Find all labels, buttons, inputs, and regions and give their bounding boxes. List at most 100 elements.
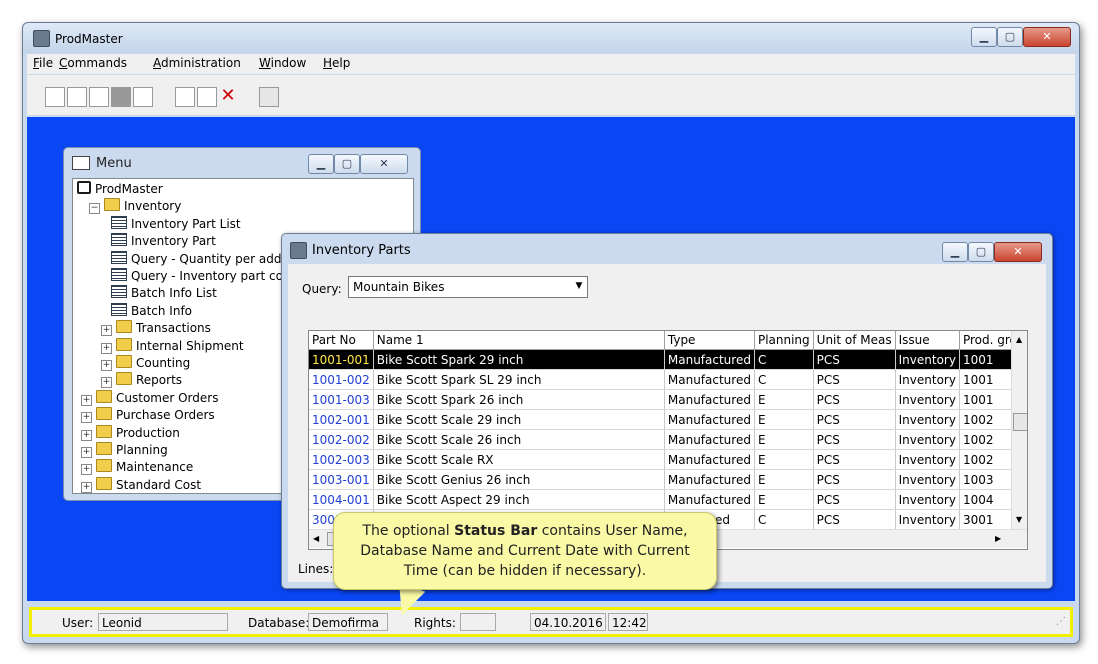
table-cell: 1003-001 bbox=[309, 469, 374, 490]
menu-tree-item-label: ProdMaster bbox=[95, 182, 163, 196]
expand-icon[interactable]: + bbox=[81, 464, 92, 476]
menu-window-maximize-button[interactable]: ▢ bbox=[334, 154, 360, 174]
menu-tree-item[interactable]: + Customer Orders bbox=[81, 389, 218, 406]
column-header[interactable]: Type bbox=[664, 331, 755, 350]
table-cell: Manufactured bbox=[664, 389, 755, 410]
column-header[interactable]: Issue bbox=[895, 331, 960, 350]
table-cell: Bike Scott Aspect 29 inch bbox=[373, 489, 665, 510]
table-body: 1001-001 Bike Scott Spark 29 inch Manufact… bbox=[309, 349, 1027, 530]
new-folder-icon[interactable] bbox=[175, 87, 195, 107]
scroll-right-icon[interactable]: ▶ bbox=[995, 534, 1001, 543]
inventory-minimize-button[interactable]: ▁ bbox=[942, 242, 968, 262]
new-record-icon[interactable] bbox=[45, 87, 65, 107]
expand-icon[interactable]: + bbox=[101, 342, 112, 354]
expand-icon[interactable]: + bbox=[81, 394, 92, 406]
database-value: Demofirma bbox=[308, 613, 388, 631]
table-cell: Manufactured bbox=[664, 469, 755, 490]
expand-icon[interactable]: + bbox=[101, 360, 112, 371]
toolbar: ✕ bbox=[27, 75, 1075, 115]
title-bar[interactable]: ProdMaster ▁ ▢ ✕ bbox=[23, 23, 1079, 53]
table-cell: PCS bbox=[813, 389, 896, 410]
table-row[interactable]: 1002-001 Bike Scott Scale 29 inch Manufact… bbox=[309, 409, 1027, 430]
table-row[interactable]: 1001-003 Bike Scott Spark 26 inch Manufact… bbox=[309, 389, 1027, 410]
eraser-icon[interactable] bbox=[89, 87, 109, 107]
delete-icon[interactable]: ✕ bbox=[219, 87, 237, 105]
menu-tree-item[interactable]: + Standard Cost bbox=[81, 476, 201, 493]
menu-tree-item[interactable]: Query - Inventory part costs bbox=[111, 268, 300, 283]
menu-tree-item[interactable]: − Inventory bbox=[89, 198, 181, 215]
column-header[interactable]: Planning bbox=[754, 331, 814, 350]
minimize-button[interactable]: ▁ bbox=[971, 27, 997, 47]
menu-window-minimize-button[interactable]: ▁ bbox=[308, 154, 334, 174]
menu-tree-item[interactable]: Batch Info bbox=[111, 302, 192, 318]
menu-tree-item[interactable]: Batch Info List bbox=[111, 285, 217, 300]
binoculars-icon[interactable] bbox=[67, 87, 87, 107]
inventory-maximize-button[interactable]: ▢ bbox=[968, 242, 994, 262]
expand-icon[interactable]: + bbox=[101, 377, 112, 389]
status-date: 04.10.2016 bbox=[530, 613, 606, 631]
table-cell: Manufactured bbox=[664, 449, 755, 470]
rights-value bbox=[460, 613, 496, 631]
query-select[interactable]: Mountain Bikes ▼ bbox=[348, 276, 588, 298]
table-cell: E bbox=[754, 449, 814, 470]
menu-tree-item[interactable]: + Production bbox=[81, 424, 180, 441]
table-row[interactable]: 1001-001 Bike Scott Spark 29 inch Manufact… bbox=[309, 349, 1027, 370]
table-cell: Inventory bbox=[895, 509, 960, 530]
chevron-down-icon[interactable]: ▼ bbox=[571, 277, 587, 297]
table-row[interactable]: 1002-003 Bike Scott Scale RX Manufactured E… bbox=[309, 449, 1027, 470]
expand-icon[interactable]: + bbox=[81, 481, 92, 493]
menu-bar: File Commands Administration Window Help bbox=[27, 54, 1075, 74]
stop-icon[interactable] bbox=[111, 87, 131, 107]
vertical-scroll-thumb[interactable] bbox=[1013, 413, 1027, 431]
menu-tree-item[interactable]: + Counting bbox=[101, 355, 190, 371]
table-cell: Bike Scott Spark 26 inch bbox=[373, 389, 665, 410]
scroll-down-icon[interactable]: ▼ bbox=[1016, 515, 1022, 524]
menu-tree-item[interactable]: + Maintenance bbox=[81, 459, 193, 476]
table-cell: PCS bbox=[813, 469, 896, 490]
menu-tree-item[interactable]: ProdMaster bbox=[77, 181, 163, 196]
menu-tree-item[interactable]: Query - Quantity per address bbox=[111, 250, 306, 266]
collapse-icon[interactable]: − bbox=[89, 203, 100, 215]
close-button[interactable]: ✕ bbox=[1023, 27, 1071, 47]
menu-tree-item[interactable]: + Purchase Orders bbox=[81, 407, 215, 424]
menu-tree-item[interactable]: + Planning bbox=[81, 442, 168, 458]
vertical-scrollbar[interactable]: ▲ ▼ bbox=[1011, 331, 1027, 529]
table-cell: Inventory bbox=[895, 449, 960, 470]
menu-tree-item[interactable]: + Reports bbox=[101, 372, 183, 389]
column-header[interactable]: Part No bbox=[309, 331, 374, 350]
table-cell: 1002-003 bbox=[309, 449, 374, 470]
table-row[interactable]: 1003-001 Bike Scott Genius 26 inch Manufac… bbox=[309, 469, 1027, 490]
inventory-close-button[interactable]: ✕ bbox=[994, 242, 1042, 262]
menu-tree-item[interactable]: Inventory Part List bbox=[111, 215, 241, 231]
scroll-left-icon[interactable]: ◀ bbox=[313, 534, 319, 543]
expand-icon[interactable]: + bbox=[81, 429, 92, 441]
menu-file[interactable]: File bbox=[33, 56, 53, 70]
menu-commands[interactable]: Commands bbox=[59, 56, 127, 70]
scroll-up-icon[interactable]: ▲ bbox=[1016, 335, 1022, 344]
expand-icon[interactable]: + bbox=[81, 447, 92, 458]
menu-tree-item[interactable]: Inventory Part bbox=[111, 233, 216, 248]
expand-icon[interactable]: + bbox=[81, 412, 92, 424]
menu-help[interactable]: Help bbox=[323, 56, 350, 70]
column-header[interactable]: Name 1 bbox=[373, 331, 665, 350]
expand-icon[interactable]: + bbox=[101, 325, 112, 337]
table-row[interactable]: 1004-001 Bike Scott Aspect 29 inch Manufac… bbox=[309, 489, 1027, 510]
copy-icon[interactable] bbox=[259, 87, 279, 107]
table-cell: PCS bbox=[813, 509, 896, 530]
menu-window-close-button[interactable]: ✕ bbox=[360, 154, 408, 174]
menu-tree-item[interactable]: + Transactions bbox=[101, 320, 211, 337]
menu-window[interactable]: Window bbox=[259, 56, 306, 70]
resize-grip-icon[interactable]: ⋰ bbox=[1056, 616, 1066, 627]
column-header[interactable]: Unit of Meas bbox=[813, 331, 896, 350]
table-cell: E bbox=[754, 429, 814, 450]
new-window-icon[interactable] bbox=[197, 87, 217, 107]
menu-tree-item-label: Query - Inventory part costs bbox=[131, 269, 301, 283]
menu-tree-item-label: Counting bbox=[136, 356, 191, 370]
maximize-button[interactable]: ▢ bbox=[997, 27, 1023, 47]
menu-administration[interactable]: Administration bbox=[153, 56, 241, 70]
refresh-icon[interactable] bbox=[133, 87, 153, 107]
menu-tree-item-label: Reports bbox=[136, 373, 183, 388]
table-row[interactable]: 1002-002 Bike Scott Scale 26 inch Manufact… bbox=[309, 429, 1027, 450]
table-row[interactable]: 1001-002 Bike Scott Spark SL 29 inch Manuf… bbox=[309, 369, 1027, 390]
menu-tree-item[interactable]: + Internal Shipment bbox=[101, 337, 244, 354]
